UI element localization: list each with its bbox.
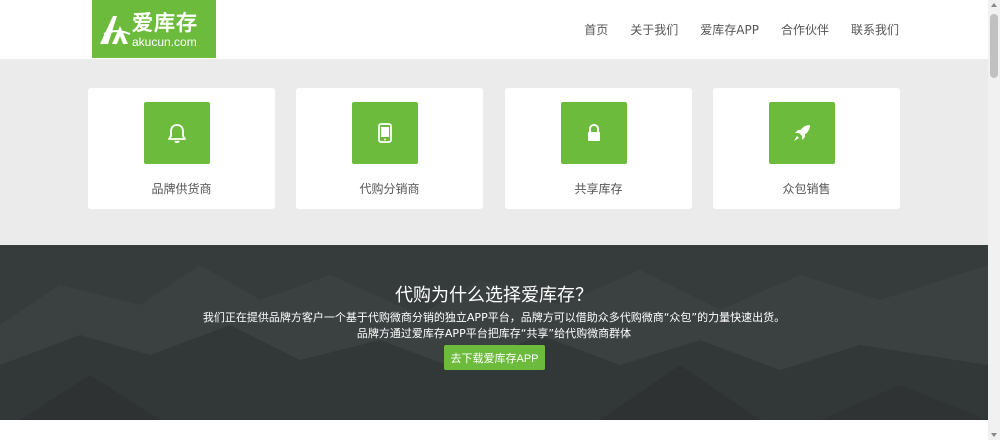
download-app-button[interactable]: 去下载爱库存APP <box>444 345 545 370</box>
rocket-icon <box>794 125 810 141</box>
page-bottom <box>0 420 988 440</box>
lock-icon <box>588 123 600 141</box>
logo[interactable]: 爱库存 akucun.com <box>92 0 216 58</box>
hero-title: 代购为什么选择爱库存？ <box>395 285 593 306</box>
nav-contact[interactable]: 联系我们 <box>851 21 899 38</box>
card-label: 代购分销商 <box>359 182 420 196</box>
vertical-scrollbar[interactable] <box>988 0 1000 440</box>
card-icon-box <box>352 102 418 164</box>
hero-description-line1: 我们正在提供品牌方客户一个基于代购微商分销的独立APP平台，品牌方可以借助众多代… <box>202 311 786 324</box>
logo-name: 爱库存 <box>132 11 198 35</box>
site-header: 爱库存 akucun.com 首页 关于我们 爱库存APP 合作伙伴 联系我们 <box>0 0 988 59</box>
bell-icon <box>168 124 186 143</box>
feature-card-brand-supplier[interactable]: 品牌供货商 <box>88 88 275 209</box>
feature-card-shared-inventory[interactable]: 共享库存 <box>505 88 692 209</box>
card-icon-box <box>561 102 627 164</box>
hero-section: 代购为什么选择爱库存？ 我们正在提供品牌方客户一个基于代购微商分销的独立APP平… <box>0 245 988 420</box>
feature-card-reseller[interactable]: 代购分销商 <box>296 88 483 209</box>
logo-mark-icon <box>100 16 131 44</box>
nav-partners[interactable]: 合作伙伴 <box>781 21 829 38</box>
nav-home[interactable]: 首页 <box>584 21 608 38</box>
scroll-up-arrow-icon[interactable] <box>991 3 997 7</box>
scrollbar-thumb[interactable] <box>990 14 998 78</box>
hero-description-line2: 品牌方通过爱库存APP平台把库存“共享”给代购微商群体 <box>356 327 632 340</box>
logo-domain: akucun.com <box>132 35 197 49</box>
card-label: 品牌供货商 <box>151 182 212 196</box>
tablet-icon <box>378 123 392 143</box>
feature-card-crowd-sales[interactable]: 众包销售 <box>713 88 900 209</box>
nav-about[interactable]: 关于我们 <box>630 21 678 38</box>
nav-app[interactable]: 爱库存APP <box>700 21 759 38</box>
card-label: 众包销售 <box>782 182 831 196</box>
main-nav: 首页 关于我们 爱库存APP 合作伙伴 联系我们 <box>562 21 899 38</box>
card-icon-box <box>144 102 210 164</box>
card-label: 共享库存 <box>574 182 623 196</box>
features-section: 品牌供货商 代购分销商 共享库存 众包销售 <box>0 59 988 245</box>
card-icon-box <box>769 102 835 164</box>
scroll-down-arrow-icon[interactable] <box>991 433 997 437</box>
